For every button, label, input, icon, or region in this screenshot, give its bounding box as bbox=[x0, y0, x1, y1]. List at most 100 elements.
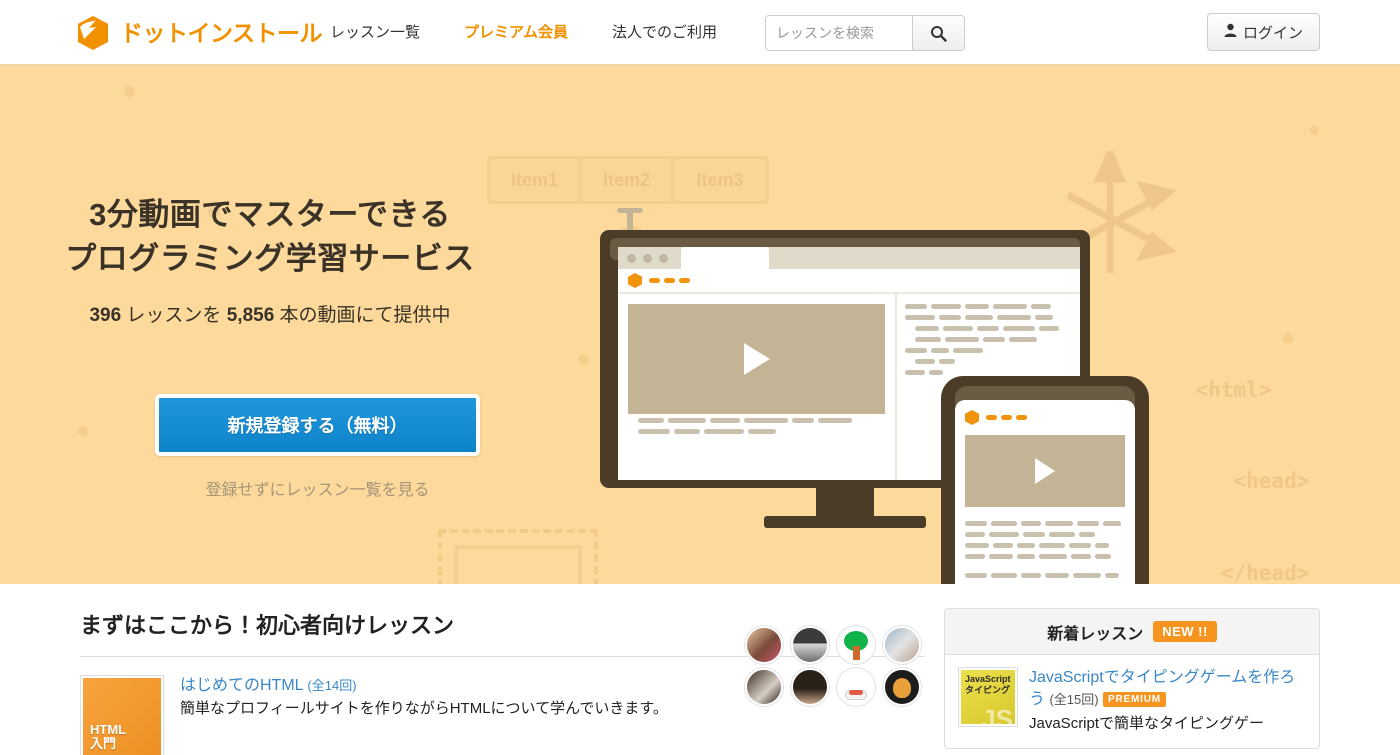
text-dash bbox=[1031, 304, 1052, 309]
sidebar-lesson-thumbnail[interactable]: JavaScript タイピング JS bbox=[958, 667, 1018, 727]
text-dash bbox=[965, 532, 985, 537]
text-dash bbox=[748, 429, 776, 434]
text-dash bbox=[931, 348, 950, 353]
main-column: まずはここから！初心者向けレッスン HTML 入門 はじめてのHTML (全14… bbox=[80, 608, 925, 755]
search-input[interactable] bbox=[766, 16, 912, 50]
sidebar-thumb-js-text: JS bbox=[981, 704, 1013, 724]
text-line bbox=[905, 304, 1072, 309]
mock-nav bbox=[986, 415, 1027, 420]
list-item: HTML 入門 はじめてのHTML (全14回) 簡単なプロフィールサイトを作り… bbox=[80, 626, 925, 755]
avatar[interactable] bbox=[883, 626, 921, 664]
text-line bbox=[965, 554, 1125, 559]
text-dash bbox=[991, 573, 1017, 578]
text-dash bbox=[1095, 554, 1111, 559]
text-dash bbox=[818, 418, 852, 423]
text-dash bbox=[939, 315, 962, 320]
browse-lessons-link[interactable]: 登録せずにレッスン一覧を見る bbox=[0, 476, 635, 500]
avatar[interactable] bbox=[837, 668, 875, 706]
lesson-thumbnail[interactable]: HTML 入門 bbox=[80, 675, 164, 755]
mock-phone-video bbox=[965, 435, 1125, 507]
content-area: まずはここから！初心者向けレッスン HTML 入門 はじめてのHTML (全14… bbox=[0, 584, 1400, 755]
sidebar-thumb-label: JavaScript タイピング bbox=[965, 674, 1011, 695]
mock-phone-text bbox=[965, 521, 1125, 584]
signup-button[interactable]: 新規登録する（無料） bbox=[155, 394, 480, 456]
main-nav: レッスン一覧 プレミアム会員 法人でのご利用 bbox=[330, 21, 717, 42]
text-dash bbox=[997, 315, 1032, 320]
hero-stat-videos-unit: 本の動画にて提供中 bbox=[274, 305, 451, 326]
avatar[interactable] bbox=[883, 668, 921, 706]
cube-logo-icon bbox=[76, 15, 110, 51]
search-box bbox=[765, 15, 965, 51]
text-line bbox=[905, 326, 1072, 331]
text-dash bbox=[965, 521, 987, 526]
text-dash bbox=[905, 315, 936, 320]
thumb-label-line2: 入門 bbox=[90, 736, 117, 752]
user-icon bbox=[1224, 23, 1237, 41]
text-dash bbox=[1073, 573, 1101, 578]
mock-nav-dash bbox=[679, 278, 690, 283]
text-dash bbox=[1021, 573, 1041, 578]
avatar[interactable] bbox=[745, 626, 783, 664]
sidebar-lesson-description: JavaScriptで簡単なタイピングゲー bbox=[1029, 715, 1265, 733]
mock-logo-icon bbox=[965, 410, 979, 425]
text-dash bbox=[989, 532, 1019, 537]
text-dash bbox=[905, 370, 926, 375]
text-dash bbox=[931, 304, 962, 309]
sidebar-lesson-body: JavaScriptでタイピングゲームを作ろう (全15回) PREMIUM J… bbox=[1029, 667, 1306, 736]
text-dash bbox=[1049, 532, 1075, 537]
text-line bbox=[905, 359, 1072, 364]
lesson-learner-avatars bbox=[745, 626, 925, 706]
site-header: ドットインストール レッスン一覧 プレミアム会員 法人でのご利用 レッスンを検索… bbox=[0, 0, 1400, 66]
sidebar-lesson-thumbnail-image: JavaScript タイピング JS bbox=[961, 670, 1015, 724]
text-dash bbox=[1009, 337, 1038, 342]
hero-stats: 396 レッスンを 5,856 本の動画にて提供中 bbox=[0, 300, 540, 327]
text-dash bbox=[965, 573, 987, 578]
text-dash bbox=[1045, 521, 1073, 526]
deco-dashed-box-inner bbox=[454, 545, 582, 584]
avatar[interactable] bbox=[745, 668, 783, 706]
text-dash bbox=[965, 304, 990, 309]
text-dash bbox=[965, 543, 989, 548]
text-dash bbox=[915, 337, 942, 342]
nav-item-lessons[interactable]: レッスン一覧 bbox=[330, 21, 420, 42]
text-dash bbox=[965, 554, 985, 559]
text-dash bbox=[993, 543, 1013, 548]
deco-item-box: Item2 bbox=[582, 159, 674, 201]
nav-item-corporate[interactable]: 法人でのご利用 bbox=[612, 21, 717, 42]
monitor-neck bbox=[816, 488, 874, 516]
avatar[interactable] bbox=[791, 668, 829, 706]
avatar[interactable] bbox=[791, 626, 829, 664]
text-line bbox=[965, 521, 1125, 526]
deco-dashed-box bbox=[438, 529, 598, 584]
text-line bbox=[905, 337, 1072, 342]
site-logo[interactable]: ドットインストール bbox=[76, 15, 323, 51]
text-line bbox=[965, 532, 1125, 537]
login-button[interactable]: ログイン bbox=[1206, 13, 1320, 51]
text-dash bbox=[929, 370, 944, 375]
deco-html-code: <html> <head> </head> <body> ... </body>… bbox=[1196, 314, 1322, 584]
text-line bbox=[965, 573, 1125, 578]
search-button[interactable] bbox=[912, 16, 964, 50]
text-dash bbox=[1039, 554, 1067, 559]
thumb-label-line1: HTML bbox=[90, 721, 127, 737]
text-dash bbox=[1103, 521, 1121, 526]
text-dash bbox=[1039, 543, 1065, 548]
window-dot-icon bbox=[627, 253, 636, 263]
text-dash bbox=[668, 418, 706, 423]
search-icon bbox=[930, 25, 947, 42]
avatar[interactable] bbox=[837, 626, 875, 664]
deco-dot bbox=[124, 86, 135, 97]
code-line: <head> bbox=[1195, 469, 1310, 494]
text-dash bbox=[1071, 554, 1091, 559]
lesson-title-link[interactable]: はじめてのHTML bbox=[180, 677, 303, 694]
nav-item-premium[interactable]: プレミアム会員 bbox=[464, 21, 568, 42]
hero-section: Item1 Item2 Item3 <html> <head> </head> … bbox=[0, 66, 1400, 584]
text-dash bbox=[710, 418, 740, 423]
hero-title-line2: プログラミング学習サービス bbox=[65, 241, 475, 277]
mock-nav-dash bbox=[664, 278, 675, 283]
monitor-foot bbox=[764, 516, 926, 528]
mock-video-caption bbox=[628, 414, 885, 434]
text-dash bbox=[1017, 543, 1035, 548]
text-dash bbox=[1021, 521, 1041, 526]
deco-dot bbox=[1310, 126, 1319, 135]
